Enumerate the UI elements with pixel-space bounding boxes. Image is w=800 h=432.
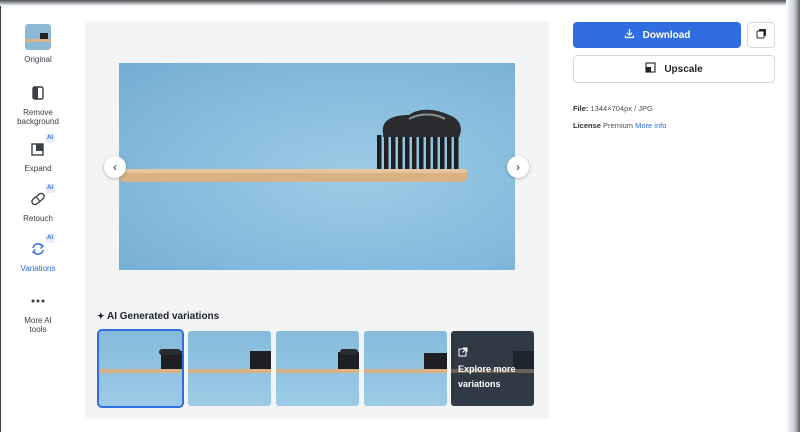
explore-more-variations-button[interactable]: Explore more variations — [451, 331, 534, 406]
main-image — [119, 63, 515, 270]
file-info: File: 1344×704px / JPG — [573, 104, 653, 113]
window-top-shadow — [0, 0, 800, 6]
original-thumbnail — [25, 24, 51, 50]
download-icon — [624, 28, 635, 42]
tool-variations[interactable]: AI Variations — [9, 234, 67, 273]
variations-heading: ✦ AI Generated variations — [97, 311, 219, 322]
license-value: Premium — [603, 121, 634, 130]
tool-original[interactable]: Original — [9, 24, 67, 64]
previous-image-button[interactable]: ‹ — [104, 156, 126, 178]
tool-retouch-label: Retouch — [23, 214, 53, 223]
variations-icon: AI — [27, 234, 55, 260]
download-label: Download — [642, 29, 691, 41]
download-button[interactable]: Download — [573, 22, 741, 48]
upscale-label: Upscale — [664, 63, 703, 75]
expand-ai-badge: AI — [45, 134, 55, 143]
variation-thumbnail[interactable] — [188, 331, 271, 406]
retouch-ai-badge: AI — [45, 184, 55, 193]
tool-variations-label: Variations — [20, 264, 56, 273]
remove-background-icon — [27, 82, 49, 104]
window-right-edge — [786, 0, 800, 432]
external-link-icon — [458, 344, 468, 362]
license-info: License Premium More info — [573, 121, 666, 130]
more-icon — [27, 290, 49, 312]
tool-remove-background[interactable]: Remove background — [9, 82, 67, 126]
tool-expand[interactable]: AI Expand — [9, 134, 67, 173]
variation-thumbnail[interactable] — [276, 331, 359, 406]
tool-expand-label: Expand — [24, 164, 52, 173]
collection-button[interactable] — [747, 22, 775, 48]
tool-retouch[interactable]: AI Retouch — [9, 184, 67, 223]
upscale-button[interactable]: Upscale — [573, 55, 775, 83]
expand-icon: AI — [27, 134, 55, 160]
copy-icon — [756, 26, 767, 44]
tool-original-label: Original — [24, 55, 52, 64]
tool-more-ai-tools[interactable]: More AI tools — [9, 290, 67, 334]
license-label: License — [573, 121, 601, 130]
chevron-left-icon: ‹ — [113, 160, 117, 174]
upscale-icon — [645, 62, 656, 76]
file-value: 1344×704px / JPG — [590, 104, 653, 113]
file-label: File: — [573, 104, 589, 113]
variations-ai-badge: AI — [45, 234, 55, 243]
more-info-link[interactable]: More info — [635, 121, 666, 130]
explore-label: Explore more variations — [458, 364, 516, 389]
chevron-right-icon: › — [516, 160, 520, 174]
sparkle-icon: ✦ — [97, 311, 105, 321]
app-window: Original Remove background AI Expand AI … — [1, 0, 799, 432]
tool-more-ai-tools-label: More AI tools — [24, 316, 52, 334]
retouch-icon: AI — [27, 184, 55, 210]
variation-thumbnail[interactable] — [364, 331, 447, 406]
variation-thumbnail[interactable] — [97, 329, 184, 408]
tool-remove-background-label: Remove background — [17, 108, 59, 126]
next-image-button[interactable]: › — [507, 156, 529, 178]
variations-title: AI Generated variations — [106, 311, 220, 322]
